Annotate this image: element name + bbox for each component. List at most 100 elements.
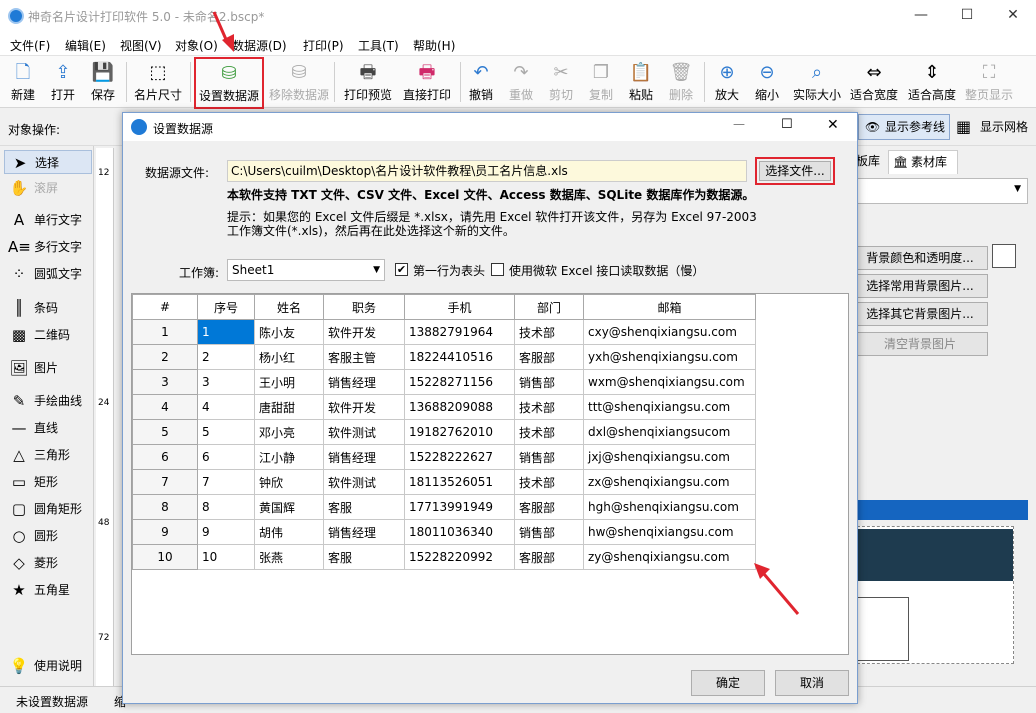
row-number-cell[interactable]: 6 — [132, 444, 198, 470]
table-cell[interactable]: 客服 — [323, 544, 405, 570]
tool-triangle[interactable]: △ 三角形 — [4, 443, 92, 467]
table-cell[interactable]: 10 — [197, 544, 255, 570]
print-preview-button[interactable]: 🖶 打印预览 — [340, 58, 396, 106]
row-number-cell[interactable]: 9 — [132, 519, 198, 545]
table-row[interactable]: 9 9 胡伟 销售经理 18011036340 销售部 hw@shenqixiangsu.c… — [132, 519, 756, 545]
menu-edit[interactable]: 编辑(E) — [65, 37, 106, 54]
open-button[interactable]: ⇪ 打开 — [46, 58, 80, 106]
table-cell[interactable]: 销售部 — [514, 519, 584, 545]
table-cell[interactable]: 软件开发 — [323, 319, 405, 345]
fit-width-button[interactable]: ⇔ 适合宽度 — [848, 58, 900, 106]
row-number-cell[interactable]: 4 — [132, 394, 198, 420]
table-cell[interactable]: 软件开发 — [323, 394, 405, 420]
remove-datasource-button[interactable]: ⛁ 移除数据源 — [268, 58, 330, 106]
table-cell[interactable]: 9 — [197, 519, 255, 545]
library-dropdown[interactable]: ▼ — [852, 178, 1028, 204]
row-number-cell[interactable]: 3 — [132, 369, 198, 395]
table-cell[interactable]: 15228271156 — [404, 369, 515, 395]
table-cell[interactable]: 张燕 — [254, 544, 324, 570]
table-cell[interactable]: 销售部 — [514, 444, 584, 470]
ok-button[interactable]: 确定 — [691, 670, 765, 696]
tool-arc-text[interactable]: ⁘ 圆弧文字 — [4, 262, 92, 286]
table-row[interactable]: 3 3 王小明 销售经理 15228271156 销售部 wxm@shenqixiangsu… — [132, 369, 756, 395]
table-cell[interactable]: 19182762010 — [404, 419, 515, 445]
table-cell[interactable]: 2 — [197, 344, 255, 370]
table-row[interactable]: 6 6 江小静 销售经理 15228222627 销售部 jxj@shenqixiangsu… — [132, 444, 756, 470]
table-cell[interactable]: 技术部 — [514, 394, 584, 420]
table-cell[interactable]: 黄国辉 — [254, 494, 324, 520]
table-cell[interactable]: 唐甜甜 — [254, 394, 324, 420]
table-cell[interactable]: 15228220992 — [404, 544, 515, 570]
choose-file-button[interactable]: 选择文件... — [759, 161, 831, 181]
tool-circle[interactable]: ○ 圆形 — [4, 524, 92, 548]
table-cell[interactable]: 1 — [197, 319, 255, 345]
table-cell[interactable]: 销售经理 — [323, 519, 405, 545]
table-cell[interactable]: 18011036340 — [404, 519, 515, 545]
redo-button[interactable]: ↷ 重做 — [504, 58, 538, 106]
table-cell[interactable]: 18113526051 — [404, 469, 515, 495]
tool-star[interactable]: ★ 五角星 — [4, 578, 92, 602]
cut-button[interactable]: ✂ 剪切 — [544, 58, 578, 106]
row-number-cell[interactable]: 7 — [132, 469, 198, 495]
sheet-select[interactable]: Sheet1 ▼ — [227, 259, 385, 281]
row-number-cell[interactable]: 8 — [132, 494, 198, 520]
menu-view[interactable]: 视图(V) — [120, 37, 162, 54]
menu-object[interactable]: 对象(O) — [175, 37, 218, 54]
menu-print[interactable]: 打印(P) — [303, 37, 344, 54]
menu-datasource[interactable]: 数据源(D) — [232, 37, 287, 54]
maximize-button[interactable]: ☐ — [944, 0, 990, 32]
table-cell[interactable]: 胡伟 — [254, 519, 324, 545]
table-row[interactable]: 5 5 邓小亮 软件测试 19182762010 技术部 dxl@shenqixiangsu… — [132, 419, 756, 445]
first-row-header-checkbox[interactable]: ✔ — [395, 263, 408, 276]
column-header[interactable]: # — [132, 294, 198, 320]
table-cell[interactable]: 技术部 — [514, 419, 584, 445]
table-cell[interactable]: 6 — [197, 444, 255, 470]
copy-button[interactable]: ❐ 复制 — [584, 58, 618, 106]
table-row[interactable]: 8 8 黄国辉 客服 17713991949 客服部 hgh@shenqixiangsu.c… — [132, 494, 756, 520]
tool-single-text[interactable]: A 单行文字 — [4, 208, 92, 232]
table-cell[interactable]: 3 — [197, 369, 255, 395]
table-cell[interactable]: 18224410516 — [404, 344, 515, 370]
table-cell[interactable]: yxh@shenqixiangsu.com — [583, 344, 756, 370]
table-cell[interactable]: zx@shenqixiangsu.com — [583, 469, 756, 495]
new-button[interactable]: 🗋 新建 — [6, 58, 40, 106]
column-header[interactable]: 职务 — [323, 294, 405, 320]
table-cell[interactable]: 7 — [197, 469, 255, 495]
table-row[interactable]: 2 2 杨小红 客服主管 18224410516 客服部 yxh@shenqixiangsu… — [132, 344, 756, 370]
zoom-out-button[interactable]: ⊖ 缩小 — [750, 58, 784, 106]
table-cell[interactable]: 邓小亮 — [254, 419, 324, 445]
table-cell[interactable]: 技术部 — [514, 319, 584, 345]
table-cell[interactable]: 4 — [197, 394, 255, 420]
table-cell[interactable]: 13882791964 — [404, 319, 515, 345]
row-number-cell[interactable]: 10 — [132, 544, 198, 570]
row-number-cell[interactable]: 5 — [132, 419, 198, 445]
table-cell[interactable]: 钟欣 — [254, 469, 324, 495]
delete-button[interactable]: 🗑 删除 — [664, 58, 698, 106]
cancel-button[interactable]: 取消 — [775, 670, 849, 696]
column-header[interactable]: 序号 — [197, 294, 255, 320]
table-cell[interactable]: 杨小红 — [254, 344, 324, 370]
table-cell[interactable]: zy@shenqixiangsu.com — [583, 544, 756, 570]
tool-scroll[interactable]: ✋ 滚屏 — [4, 176, 92, 200]
table-cell[interactable]: 销售经理 — [323, 369, 405, 395]
undo-button[interactable]: ↶ 撤销 — [464, 58, 498, 106]
table-cell[interactable]: 销售经理 — [323, 444, 405, 470]
table-cell[interactable]: 15228222627 — [404, 444, 515, 470]
tool-multi-text[interactable]: A≡ 多行文字 — [4, 235, 92, 259]
show-guides-toggle[interactable]: 👁 显示参考线 — [858, 114, 950, 140]
column-header[interactable]: 手机 — [404, 294, 515, 320]
table-cell[interactable]: 销售部 — [514, 369, 584, 395]
table-cell[interactable]: 8 — [197, 494, 255, 520]
common-bg-button[interactable]: 选择常用背景图片... — [852, 274, 988, 298]
zoom-in-button[interactable]: ⊕ 放大 — [710, 58, 744, 106]
tool-diamond[interactable]: ◇ 菱形 — [4, 551, 92, 575]
table-row[interactable]: 4 4 唐甜甜 软件开发 13688209088 技术部 ttt@shenqixiangsu… — [132, 394, 756, 420]
minimize-button[interactable]: — — [898, 0, 944, 32]
table-row[interactable]: 10 10 张燕 客服 15228220992 客服部 zy@shenqixiangsu.c… — [132, 544, 756, 570]
table-cell[interactable]: 陈小友 — [254, 319, 324, 345]
menu-help[interactable]: 帮助(H) — [413, 37, 455, 54]
save-button[interactable]: 💾 保存 — [86, 58, 120, 106]
tool-image[interactable]: 🖼 图片 — [4, 356, 92, 380]
table-row[interactable]: 7 7 钟欣 软件测试 18113526051 技术部 zx@shenqixiangsu.c… — [132, 469, 756, 495]
other-bg-button[interactable]: 选择其它背景图片... — [852, 302, 988, 326]
